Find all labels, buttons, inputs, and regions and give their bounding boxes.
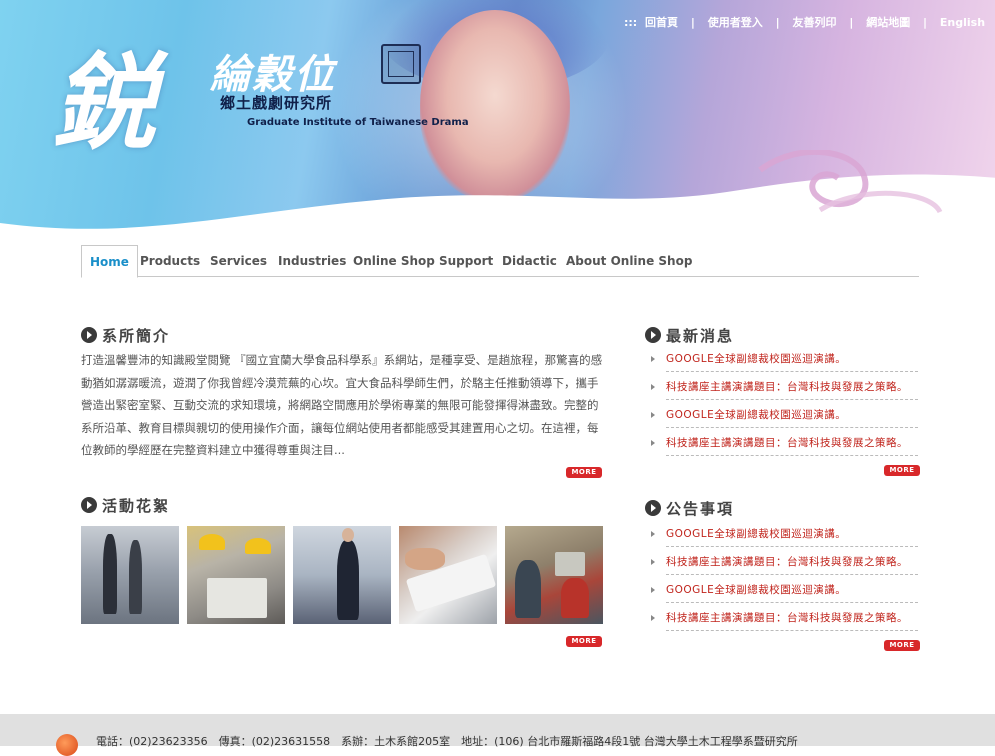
announcement-item[interactable]: 科技講座主講演講題目：台灣科技與發展之策略。 (648, 605, 920, 633)
nav-support[interactable]: Support (439, 245, 493, 277)
activities-more-button[interactable]: MORE (566, 636, 602, 647)
activity-photo-gallery (81, 526, 603, 624)
print-friendly-link[interactable]: 友善列印 (792, 16, 836, 29)
nav-products[interactable]: Products (140, 245, 200, 277)
activities-title-text: 活動花絮 (102, 497, 171, 515)
nav-about-online-shop[interactable]: About Online Shop (566, 245, 692, 277)
hands-typing-keyboard-photo[interactable] (399, 526, 497, 624)
nav-industries[interactable]: Industries (278, 245, 346, 277)
top-link-separator: | (690, 16, 695, 29)
university-logo-icon (56, 734, 78, 756)
announcement-item-text[interactable]: 科技講座主講演講題目：台灣科技與發展之策略。 (666, 550, 918, 575)
news-list: GOOGLE全球副總裁校園巡迴演講。 科技講座主講演講題目：台灣科技與發展之策略… (648, 346, 920, 458)
intro-text: 打造溫馨豐沛的知識殿堂閱覽 『國立宜蘭大學食品科學系』系網站，是種享受、是趟旅程… (81, 353, 603, 457)
news-item[interactable]: GOOGLE全球副總裁校園巡迴演講。 (648, 402, 920, 430)
news-item-text[interactable]: 科技講座主講演講題目：台灣科技與發展之策略。 (666, 375, 918, 400)
announcement-item[interactable]: GOOGLE全球副總裁校園巡迴演講。 (648, 577, 920, 605)
top-link-separator: | (849, 16, 854, 29)
intro-section-title: 系所簡介 (81, 325, 170, 346)
office-team-at-computer-photo[interactable] (505, 526, 603, 624)
arrow-circle-icon (81, 327, 97, 343)
english-link[interactable]: English (940, 16, 985, 29)
announcements-list: GOOGLE全球副總裁校園巡迴演講。 科技講座主講演講題目：台灣科技與發展之策略… (648, 521, 920, 633)
news-section-title: 最新消息 (645, 325, 734, 346)
top-link-separator: | (923, 16, 928, 29)
news-item[interactable]: 科技講座主講演講題目：台灣科技與發展之策略。 (648, 374, 920, 402)
institute-name-cn: 鄉土戲劇研究所 (220, 94, 333, 112)
announcement-item-text[interactable]: GOOGLE全球副總裁校園巡迴演講。 (666, 578, 918, 603)
engineers-with-blueprint-photo[interactable] (187, 526, 285, 624)
footer: 電話：(02)23623356 傳真：(02)23631558 系辦：土木系館2… (0, 714, 995, 756)
announcement-item-text[interactable]: 科技講座主講演講題目：台灣科技與發展之策略。 (666, 606, 918, 631)
intro-more-button[interactable]: MORE (566, 467, 602, 478)
news-item[interactable]: GOOGLE全球副總裁校園巡迴演講。 (648, 346, 920, 374)
top-links-prefix: ::: (624, 16, 638, 29)
news-item[interactable]: 科技講座主講演講題目：台灣科技與發展之策略。 (648, 430, 920, 458)
news-item-text[interactable]: GOOGLE全球副總裁校園巡迴演講。 (666, 403, 918, 428)
nav-didactic[interactable]: Didactic (502, 245, 557, 277)
main-nav: Home Products Services Industries Online… (81, 245, 919, 278)
announcements-section-title: 公告事項 (645, 498, 734, 519)
activities-section-title: 活動花絮 (81, 495, 170, 516)
user-login-link[interactable]: 使用者登入 (708, 16, 763, 29)
footer-contact-info: 電話：(02)23623356 傳真：(02)23631558 系辦：土木系館2… (96, 735, 798, 748)
news-more-button[interactable]: MORE (884, 465, 920, 476)
presenter-at-board-photo[interactable] (293, 526, 391, 624)
announcement-item[interactable]: GOOGLE全球副總裁校園巡迴演講。 (648, 521, 920, 549)
seal-stamp-icon (381, 44, 421, 84)
arrow-circle-icon (81, 497, 97, 513)
top-links: ::: 回首頁 | 使用者登入 | 友善列印 | 網站地圖 | English (624, 14, 985, 30)
news-item-text[interactable]: 科技講座主講演講題目：台灣科技與發展之策略。 (666, 431, 918, 456)
home-link[interactable]: 回首頁 (645, 16, 678, 29)
top-link-separator: | (775, 16, 780, 29)
announcement-item[interactable]: 科技講座主講演講題目：台灣科技與發展之策略。 (648, 549, 920, 577)
arrow-circle-icon (645, 500, 661, 516)
announcements-more-button[interactable]: MORE (884, 640, 920, 651)
announcements-title-text: 公告事項 (666, 500, 735, 518)
sitemap-link[interactable]: 網站地圖 (866, 16, 910, 29)
news-title-text: 最新消息 (666, 327, 735, 345)
header-banner: 鋭 綸穀位 鄉土戲劇研究所 Graduate Institute of Taiw… (0, 0, 995, 235)
arrow-circle-icon (645, 327, 661, 343)
news-item-text[interactable]: GOOGLE全球副總裁校園巡迴演講。 (666, 347, 918, 372)
nav-online-shop[interactable]: Online Shop (353, 245, 435, 277)
nav-services[interactable]: Services (210, 245, 267, 277)
business-people-walking-photo[interactable] (81, 526, 179, 624)
announcement-item-text[interactable]: GOOGLE全球副總裁校園巡迴演講。 (666, 522, 918, 547)
institute-name-en: Graduate Institute of Taiwanese Drama (247, 117, 469, 128)
nav-home[interactable]: Home (81, 245, 138, 278)
intro-title-text: 系所簡介 (102, 327, 171, 345)
logo-calligraphy-main: 鋭 (52, 41, 156, 164)
